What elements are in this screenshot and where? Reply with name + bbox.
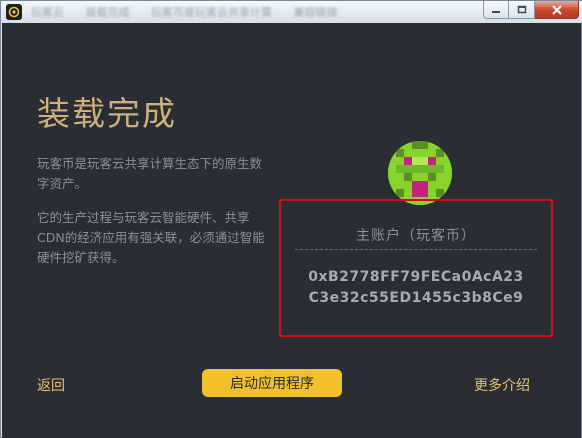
maximize-icon [517, 5, 526, 14]
launch-app-button[interactable]: 启动应用程序 [202, 369, 342, 397]
app-window: 玩客云 装载完成 玩客币是玩客云共享计算 兼容链接 装载完成 玩客币是玩客云共享… [0, 0, 582, 438]
minimize-icon [492, 10, 500, 13]
account-label: 主账户（玩客币） [356, 228, 476, 244]
more-info-button[interactable]: 更多介绍 [474, 375, 530, 395]
window-controls [483, 1, 579, 19]
page-title: 装载完成 [37, 94, 177, 133]
close-button[interactable] [535, 1, 579, 19]
account-box: 主账户（玩客币） 0xB2778FF79FECa0AcA23C3e32c55ED… [279, 199, 553, 337]
divider [295, 249, 537, 250]
maximize-button[interactable] [509, 1, 535, 19]
launch-app-label: 启动应用程序 [230, 376, 314, 392]
minimize-button[interactable] [483, 1, 509, 19]
title-segment: 装载完成 [85, 6, 130, 19]
title-bar[interactable]: 玩客云 装载完成 玩客币是玩客云共享计算 兼容链接 [1, 1, 582, 23]
content-panel: 装载完成 玩客币是玩客云共享计算生态下的原生数字资产。 它的生产过程与玩客云智能… [2, 23, 581, 438]
wallet-address[interactable]: 0xB2778FF79FECa0AcA23C3e32c55ED1455c3b8C… [303, 267, 529, 309]
title-segment: 兼容链接 [293, 6, 338, 19]
title-segment: 玩客币是玩客云共享计算 [151, 6, 272, 19]
back-button[interactable]: 返回 [37, 375, 65, 395]
close-icon [551, 4, 562, 15]
window-title-blurred: 玩客云 装载完成 玩客币是玩客云共享计算 兼容链接 [31, 4, 411, 20]
pixel-avatar [388, 141, 452, 205]
description-paragraph: 玩客币是玩客云共享计算生态下的原生数字资产。 [37, 156, 263, 191]
title-segment: 玩客云 [31, 6, 64, 19]
app-logo-icon [6, 4, 22, 20]
description-paragraph: 它的生产过程与玩客云智能硬件、共享CDN的经济应用有强关联，必须通过智能硬件挖矿… [37, 210, 265, 265]
